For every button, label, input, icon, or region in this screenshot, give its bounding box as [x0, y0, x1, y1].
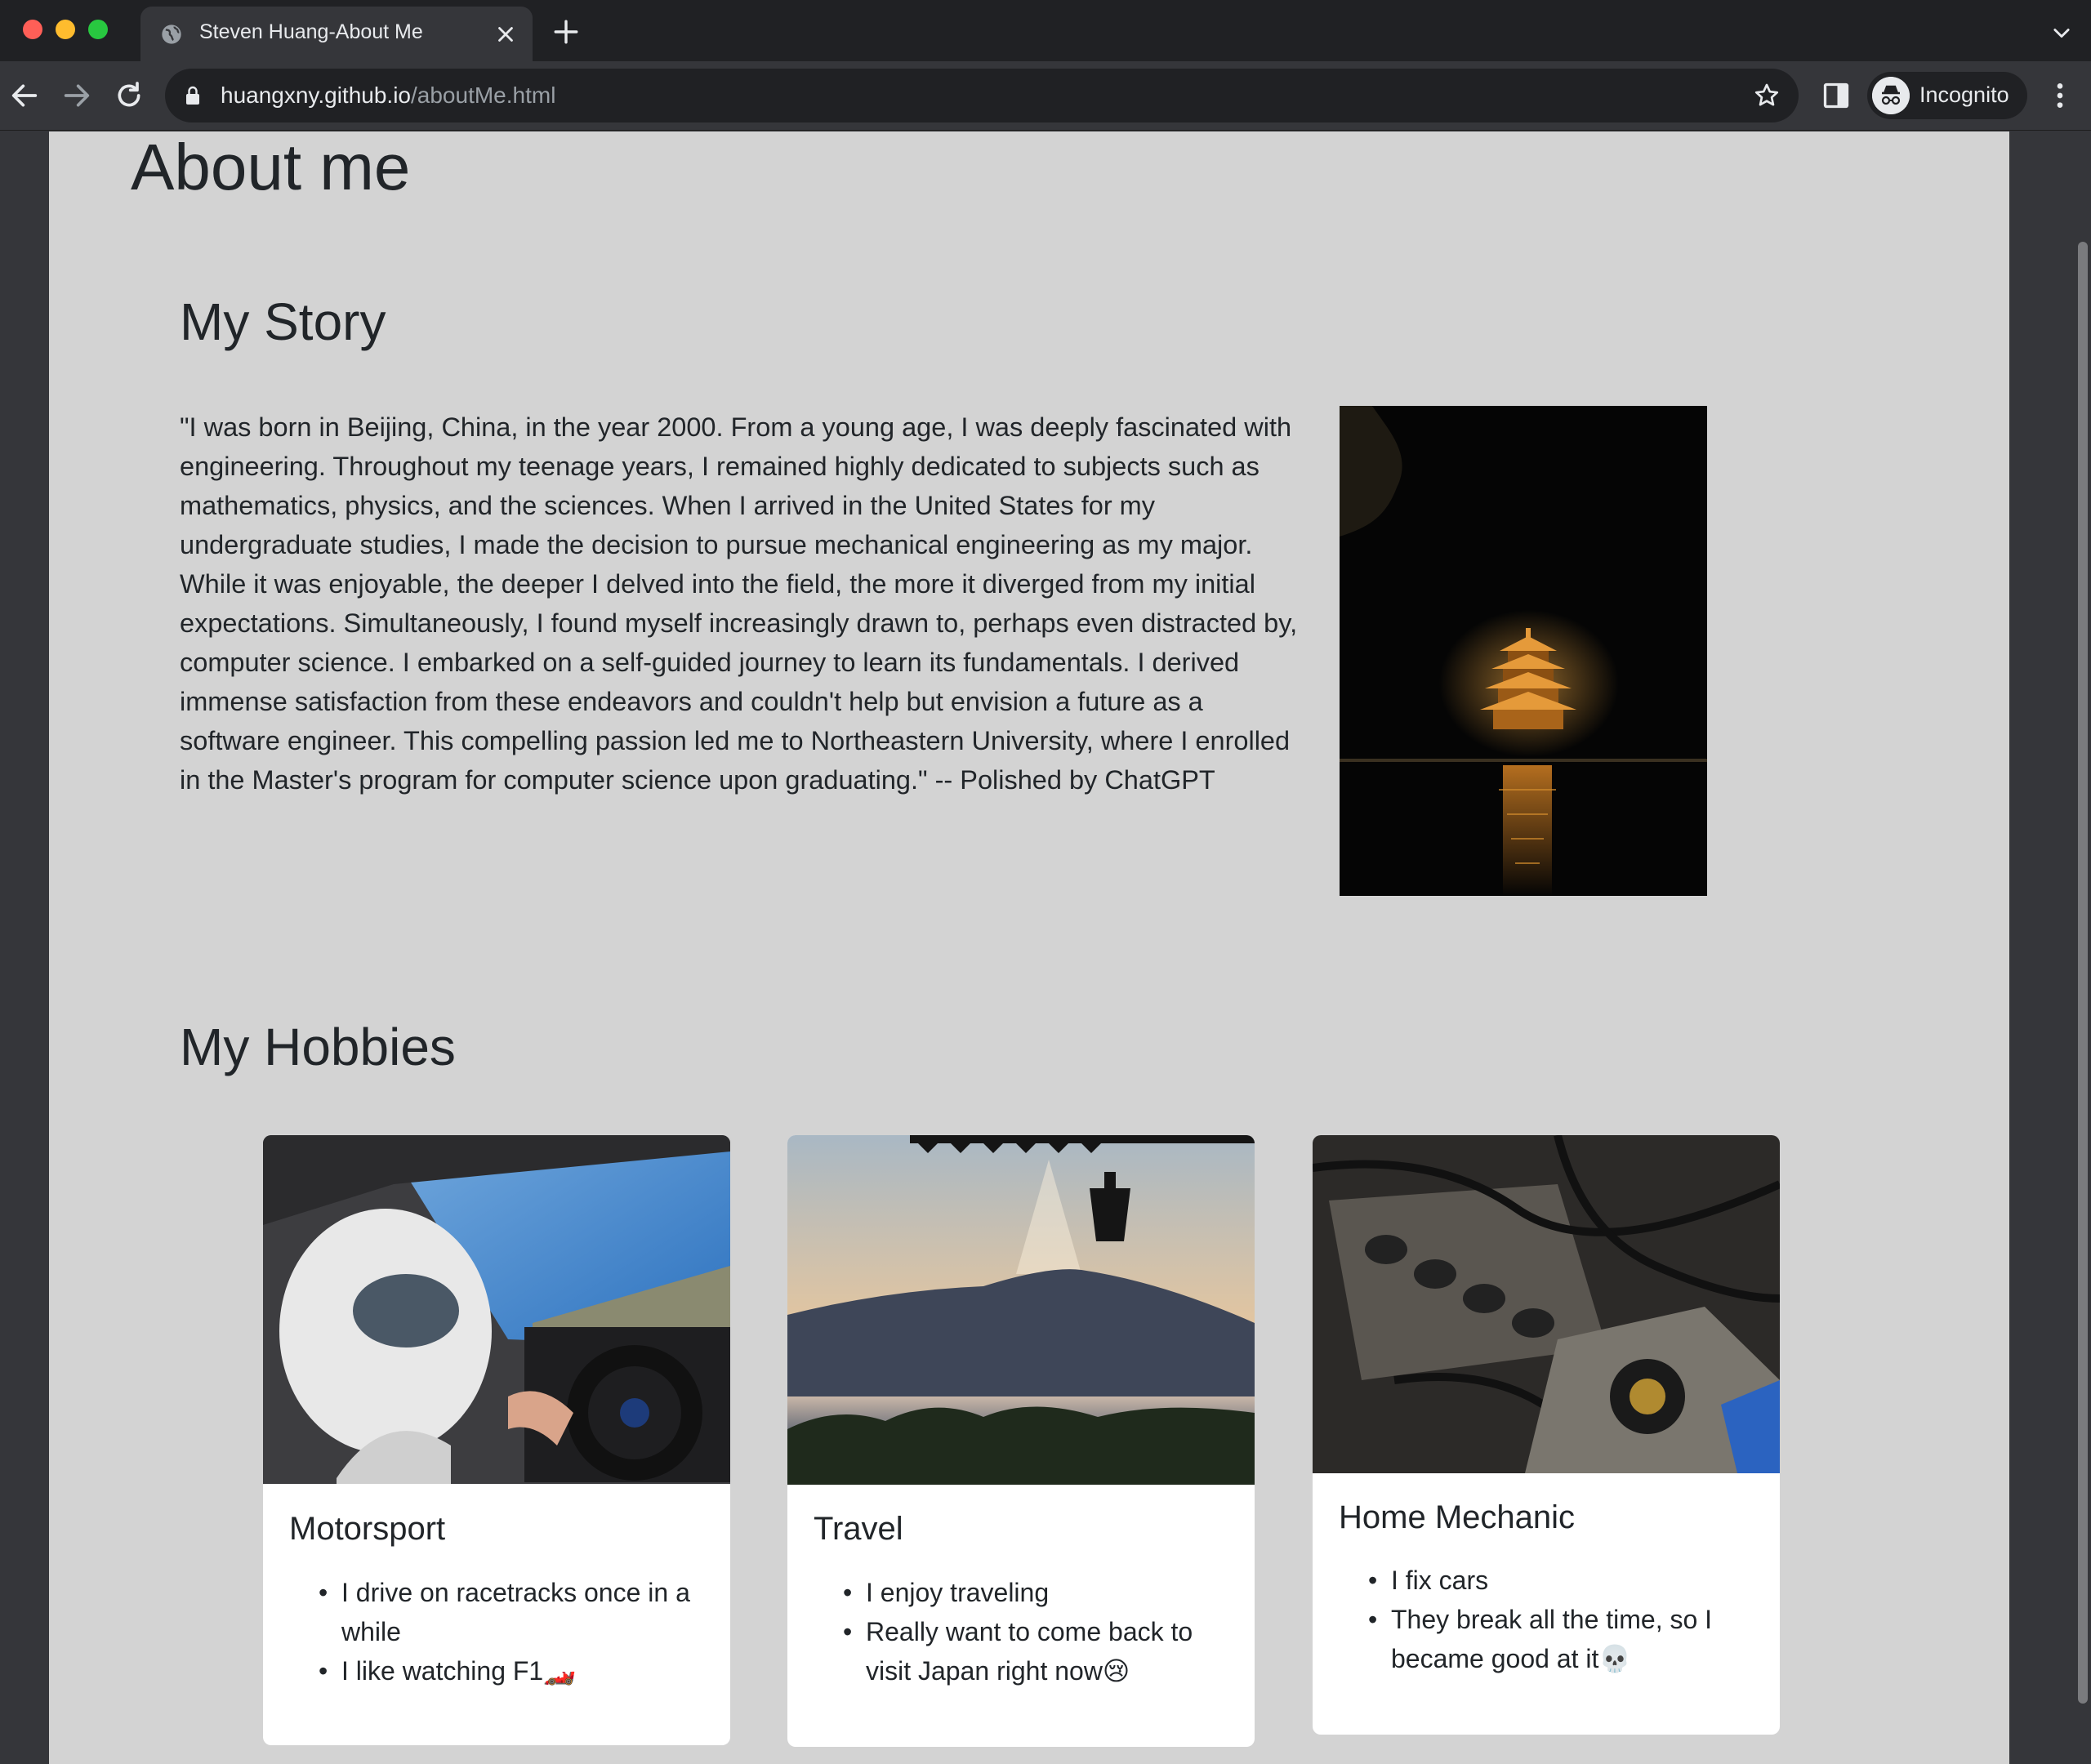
url-path: /aboutMe.html [411, 82, 556, 108]
lock-icon[interactable] [183, 85, 203, 106]
browser-tab-active[interactable]: Steven Huang-About Me [140, 7, 533, 61]
hobby-card-home-mechanic: Home Mechanic I fix cars They break all … [1313, 1135, 1780, 1735]
star-icon[interactable] [1753, 82, 1781, 109]
card-title-home-mechanic: Home Mechanic [1339, 1499, 1576, 1535]
browser-toolbar: huangxny.github.io/aboutMe.html Incognit… [0, 61, 2091, 131]
reload-icon[interactable] [113, 79, 145, 112]
travel-photo [787, 1135, 1255, 1485]
card-list-home-mechanic: I fix cars They break all the time, so I… [1339, 1561, 1763, 1678]
address-bar[interactable]: huangxny.github.io/aboutMe.html [165, 69, 1799, 122]
window-minimize-button[interactable] [56, 20, 75, 39]
list-item: They break all the time, so I became goo… [1339, 1600, 1763, 1678]
list-item: I drive on racetracks once in a while [289, 1573, 714, 1651]
page-viewport: About me My Story "I was born in Beijing… [0, 131, 2091, 1764]
back-arrow-icon[interactable] [8, 79, 41, 112]
more-vert-icon[interactable] [2044, 79, 2076, 112]
window-zoom-button[interactable] [88, 20, 108, 39]
incognito-label: Incognito [1919, 82, 2009, 107]
scrollbar-thumb[interactable] [2078, 242, 2088, 1704]
side-panel-icon[interactable] [1821, 81, 1851, 110]
card-list-travel: I enjoy traveling Really want to come ba… [814, 1573, 1238, 1690]
page-container: About me My Story "I was born in Beijing… [49, 131, 2009, 1764]
hobby-card-motorsport: Motorsport I drive on racetracks once in… [263, 1135, 730, 1745]
story-heading: My Story [180, 292, 386, 351]
engine-bay-photo [1313, 1135, 1780, 1473]
card-title-motorsport: Motorsport [289, 1511, 446, 1547]
globe-icon [162, 24, 181, 44]
url-text: huangxny.github.io/aboutMe.html [221, 82, 555, 109]
pagoda-night-photo [1340, 406, 1707, 896]
incognito-icon [1872, 77, 1910, 114]
page-scrollbar[interactable] [2075, 131, 2091, 1764]
hobby-card-travel: Travel I enjoy traveling Really want to … [787, 1135, 1255, 1747]
story-paragraph: "I was born in Beijing, China, in the ye… [180, 412, 1298, 795]
close-icon[interactable] [493, 22, 518, 47]
motorsport-photo [263, 1135, 730, 1484]
list-item: I fix cars [1339, 1561, 1763, 1600]
card-title-travel: Travel [814, 1511, 903, 1547]
incognito-profile-button[interactable]: Incognito [1867, 72, 2027, 119]
card-list-motorsport: I drive on racetracks once in a while I … [289, 1573, 714, 1690]
url-host: huangxny.github.io [221, 82, 411, 108]
chevron-down-icon[interactable] [2050, 21, 2073, 44]
page-title: About me [131, 131, 411, 203]
list-item: I like watching F1🏎️ [289, 1651, 714, 1690]
list-item: I enjoy traveling [814, 1573, 1238, 1612]
hobbies-heading: My Hobbies [180, 1018, 456, 1076]
plus-icon[interactable] [552, 18, 580, 46]
window-close-button[interactable] [23, 20, 42, 39]
tab-title: Steven Huang-About Me [199, 20, 423, 43]
forward-arrow-icon[interactable] [60, 79, 93, 112]
browser-tab-strip: Steven Huang-About Me [0, 0, 2091, 61]
list-item: Really want to come back to visit Japan … [814, 1612, 1238, 1690]
